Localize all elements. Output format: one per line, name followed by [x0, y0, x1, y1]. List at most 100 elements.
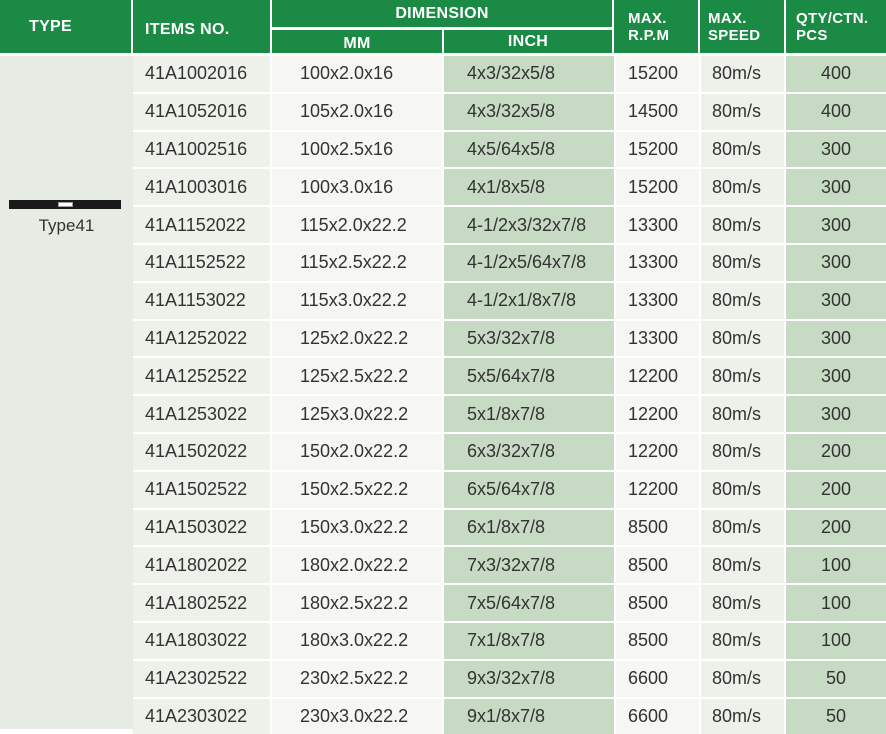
qty-per-carton-cell: 100 — [786, 585, 886, 621]
max-speed-cell: 80m/s — [701, 396, 784, 432]
max-speed-cell: 80m/s — [701, 434, 784, 470]
header-inch: INCH — [444, 30, 612, 53]
dimension-mm-cell: 150x2.5x22.2 — [272, 471, 442, 508]
qty-per-carton-cell: 300 — [786, 169, 886, 206]
header-type: TYPE — [0, 0, 131, 53]
qty-per-carton-cell: 100 — [786, 623, 886, 659]
dimension-mm-cell: 105x2.0x16 — [272, 93, 442, 130]
dimension-mm-cell: 150x2.0x22.2 — [272, 434, 442, 470]
item-number-cell: 41A1502522 — [133, 471, 270, 508]
max-rpm-cell: 8500 — [616, 585, 699, 621]
item-number-cell: 41A1153022 — [133, 282, 270, 319]
dimension-inch-cell: 5x5/64x7/8 — [444, 358, 614, 395]
item-number-cell: 41A1252522 — [133, 358, 270, 395]
table-row: 41A2302522 230x2.5x22.2 9x3/32x7/8 6600 80m/… — [133, 660, 886, 697]
qty-per-carton-cell: 300 — [786, 320, 886, 357]
table-row: 41A1502522 150x2.5x22.2 6x5/64x7/8 12200 80m… — [133, 471, 886, 508]
header-mm: MM — [272, 30, 442, 53]
dimension-mm-cell: 125x2.0x22.2 — [272, 320, 442, 357]
qty-per-carton-cell: 200 — [786, 471, 886, 508]
dimension-inch-cell: 4x3/32x5/8 — [444, 56, 614, 92]
type41-wheel-icon — [9, 200, 121, 209]
dimension-inch-cell: 6x1/8x7/8 — [444, 509, 614, 546]
max-speed-cell: 80m/s — [701, 56, 784, 92]
item-number-cell: 41A1002516 — [133, 131, 270, 168]
max-rpm-cell: 12200 — [616, 396, 699, 432]
dimension-mm-cell: 180x2.0x22.2 — [272, 547, 442, 584]
type-label: Type41 — [38, 216, 95, 235]
max-speed-cell: 80m/s — [701, 320, 784, 357]
header-max-rpm-line1: MAX. — [628, 9, 667, 27]
dimension-inch-cell: 4x1/8x5/8 — [444, 169, 614, 206]
dimension-mm-cell: 125x2.5x22.2 — [272, 358, 442, 395]
dimension-inch-cell: 9x3/32x7/8 — [444, 660, 614, 697]
dimension-mm-cell: 115x2.5x22.2 — [272, 245, 442, 281]
dimension-inch-cell: 7x5/64x7/8 — [444, 585, 614, 621]
header-items-no: ITEMS NO. — [133, 0, 270, 53]
table-row: 41A1052016 105x2.0x16 4x3/32x5/8 14500 80m/s… — [133, 93, 886, 130]
max-rpm-cell: 13300 — [616, 282, 699, 319]
max-rpm-cell: 12200 — [616, 471, 699, 508]
dimension-inch-cell: 4x3/32x5/8 — [444, 93, 614, 130]
max-rpm-cell: 15200 — [616, 56, 699, 92]
header-dimension: DIMENSION — [272, 0, 612, 27]
max-rpm-cell: 14500 — [616, 93, 699, 130]
dimension-mm-cell: 100x3.0x16 — [272, 169, 442, 206]
max-speed-cell: 80m/s — [701, 547, 784, 584]
table-row: 41A1153022 115x3.0x22.2 4-1/2x1/8x7/8 13300… — [133, 282, 886, 319]
dimension-mm-cell: 180x2.5x22.2 — [272, 585, 442, 621]
max-speed-cell: 80m/s — [701, 358, 784, 395]
qty-per-carton-cell: 50 — [786, 660, 886, 697]
dimension-mm-cell: 230x2.5x22.2 — [272, 660, 442, 697]
item-number-cell: 41A1002016 — [133, 56, 270, 92]
header-max-speed-line1: MAX. — [708, 9, 747, 27]
qty-per-carton-cell: 300 — [786, 207, 886, 243]
qty-per-carton-cell: 400 — [786, 56, 886, 92]
dimension-inch-cell: 6x3/32x7/8 — [444, 434, 614, 470]
table-header: TYPE ITEMS NO. DIMENSION MM INCH MAX. R.… — [0, 0, 886, 53]
dimension-inch-cell: 6x5/64x7/8 — [444, 471, 614, 508]
max-speed-cell: 80m/s — [701, 509, 784, 546]
max-rpm-cell: 15200 — [616, 169, 699, 206]
dimension-inch-cell: 4-1/2x1/8x7/8 — [444, 282, 614, 319]
spec-table: TYPE ITEMS NO. DIMENSION MM INCH MAX. R.… — [0, 0, 886, 734]
dimension-mm-cell: 115x3.0x22.2 — [272, 282, 442, 319]
max-speed-cell: 80m/s — [701, 245, 784, 281]
qty-per-carton-cell: 300 — [786, 131, 886, 168]
item-number-cell: 41A1802022 — [133, 547, 270, 584]
max-rpm-cell: 15200 — [616, 131, 699, 168]
qty-per-carton-cell: 300 — [786, 358, 886, 395]
dimension-inch-cell: 4-1/2x3/32x7/8 — [444, 207, 614, 243]
qty-per-carton-cell: 200 — [786, 509, 886, 546]
qty-per-carton-cell: 400 — [786, 93, 886, 130]
max-rpm-cell: 8500 — [616, 623, 699, 659]
max-rpm-cell: 6600 — [616, 660, 699, 697]
table-row: 41A1253022 125x3.0x22.2 5x1/8x7/8 12200 80m/… — [133, 396, 886, 432]
table-row: 41A1803022 180x3.0x22.2 7x1/8x7/8 8500 80m/s… — [133, 623, 886, 659]
qty-per-carton-cell: 200 — [786, 434, 886, 470]
max-speed-cell: 80m/s — [701, 131, 784, 168]
header-max-speed: MAX. SPEED — [700, 0, 784, 53]
max-speed-cell: 80m/s — [701, 623, 784, 659]
dimension-inch-cell: 5x3/32x7/8 — [444, 320, 614, 357]
table-row: 41A1002516 100x2.5x16 4x5/64x5/8 15200 80m/s… — [133, 131, 886, 168]
max-speed-cell: 80m/s — [701, 585, 784, 621]
dimension-mm-cell: 100x2.0x16 — [272, 56, 442, 92]
item-number-cell: 41A1253022 — [133, 396, 270, 432]
table-row: 41A1152022 115x2.0x22.2 4-1/2x3/32x7/8 1330… — [133, 207, 886, 243]
dimension-inch-cell: 7x1/8x7/8 — [444, 623, 614, 659]
dimension-mm-cell: 100x2.5x16 — [272, 131, 442, 168]
item-number-cell: 41A1803022 — [133, 623, 270, 659]
header-qty-line2: PCS — [796, 26, 828, 44]
table-row: 41A1002016 100x2.0x16 4x3/32x5/8 15200 80m/s… — [133, 56, 886, 92]
table-row: 41A1003016 100x3.0x16 4x1/8x5/8 15200 80m/s 3… — [133, 169, 886, 206]
wheel-hub-icon — [58, 202, 73, 207]
type-column: Type41 — [0, 56, 133, 729]
header-qty-line1: QTY/CTN. — [796, 9, 869, 27]
max-speed-cell: 80m/s — [701, 471, 784, 508]
max-speed-cell: 80m/s — [701, 207, 784, 243]
qty-per-carton-cell: 300 — [786, 245, 886, 281]
item-number-cell: 41A1802522 — [133, 585, 270, 621]
dimension-inch-cell: 7x3/32x7/8 — [444, 547, 614, 584]
item-number-cell: 41A1252022 — [133, 320, 270, 357]
